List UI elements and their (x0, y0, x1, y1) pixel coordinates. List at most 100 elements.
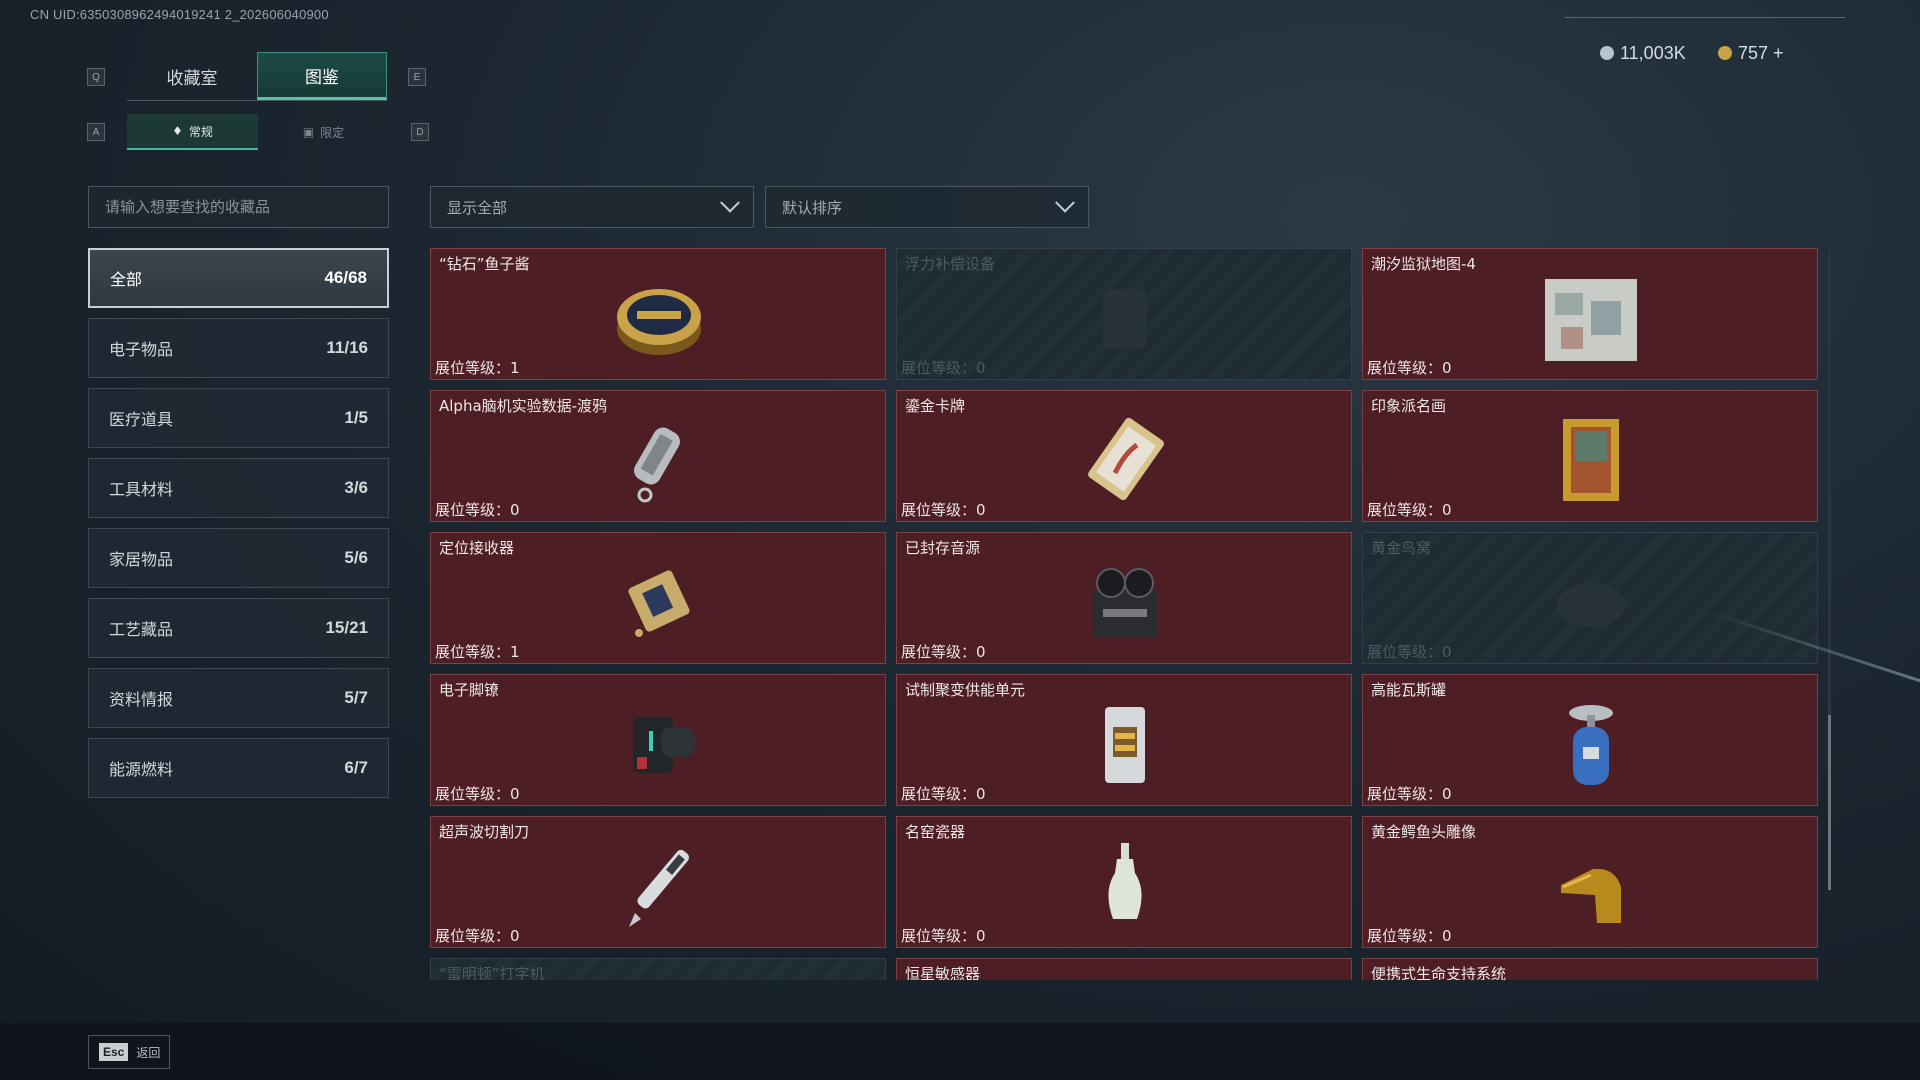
item-card[interactable]: 试制聚变供能单元 展位等级：0 (896, 674, 1352, 806)
category-count: 46/68 (324, 268, 367, 287)
item-level: 展位等级：0 (1367, 927, 1452, 945)
item-level: 展位等级：0 (901, 359, 986, 377)
item-card[interactable]: 已封存音源 展位等级：0 (896, 532, 1352, 664)
back-button[interactable]: Esc 返回 (88, 1035, 170, 1069)
category-count: 3/6 (344, 478, 368, 497)
item-level: 展位等级：0 (901, 643, 986, 661)
category-count: 1/5 (344, 408, 368, 427)
category-count: 5/6 (344, 548, 368, 567)
esc-key-hint: Esc (99, 1043, 129, 1061)
item-name: 名窑瓷器 (905, 823, 966, 841)
category-label: 全部 (110, 270, 143, 289)
item-card[interactable]: 恒星敏感器 (896, 958, 1352, 980)
category-electronics[interactable]: 电子物品 11/16 (88, 318, 389, 378)
category-count: 11/16 (326, 338, 368, 357)
top-divider (1565, 17, 1845, 18)
item-name: 黄金鸟窝 (1371, 539, 1432, 557)
item-name: 高能瓦斯罐 (1371, 681, 1447, 699)
category-intel[interactable]: 资料情报 5/7 (88, 668, 389, 728)
item-name: Alpha脑机实验数据-渡鸦 (439, 397, 608, 415)
item-name: 黄金鳄鱼头雕像 (1371, 823, 1477, 841)
subtab-regular[interactable]: ♦ 常规 (127, 114, 258, 150)
category-energy[interactable]: 能源燃料 6/7 (88, 738, 389, 798)
caviar-tin-icon (617, 289, 701, 355)
category-label: 电子物品 (109, 340, 174, 359)
tab-collection-room[interactable]: 收藏室 (127, 52, 257, 100)
item-card[interactable]: Alpha脑机实验数据-渡鸦 展位等级：0 (430, 390, 886, 522)
item-name: 已封存音源 (905, 539, 981, 557)
category-all[interactable]: 全部 46/68 (88, 248, 389, 308)
item-card[interactable]: 鎏金卡牌 展位等级：0 (896, 390, 1352, 522)
item-level: 展位等级：1 (435, 643, 520, 661)
painting-icon (1563, 419, 1619, 501)
item-card[interactable]: 潮汐监狱地图-4 展位等级：0 (1362, 248, 1818, 380)
item-level: 展位等级：0 (435, 927, 520, 945)
category-label: 工艺藏品 (109, 620, 174, 639)
item-card[interactable]: “钻石”鱼子酱 展位等级：1 (430, 248, 886, 380)
item-card[interactable]: 黄金鳄鱼头雕像 展位等级：0 (1362, 816, 1818, 948)
search-input[interactable] (88, 186, 389, 228)
gas-canister-icon (1569, 705, 1613, 785)
item-card[interactable]: 高能瓦斯罐 展位等级：0 (1362, 674, 1818, 806)
item-name: 超声波切割刀 (439, 823, 530, 841)
tab-codex[interactable]: 图鉴 (257, 52, 387, 100)
subtab-regular-label: 常规 (188, 124, 213, 139)
main-tabbar: 收藏室 图鉴 (127, 52, 387, 101)
gilded-card-icon (1088, 417, 1164, 501)
category-label: 工具材料 (109, 480, 174, 499)
category-label: 家居物品 (109, 550, 174, 569)
fusion-cell-icon (1105, 707, 1145, 783)
item-level: 展位等级：0 (1367, 359, 1452, 377)
item-level: 展位等级：1 (435, 359, 520, 377)
item-level: 展位等级：0 (901, 927, 986, 945)
item-name: “雷明顿”打字机 (439, 965, 545, 980)
silver-coin-icon (1600, 46, 1614, 60)
item-card[interactable]: “雷明顿”打字机 (430, 958, 886, 980)
item-card[interactable]: 电子脚镣 展位等级：0 (430, 674, 886, 806)
category-household[interactable]: 家居物品 5/6 (88, 528, 389, 588)
category-crafts[interactable]: 工艺藏品 15/21 (88, 598, 389, 658)
e-key-hint: E (408, 68, 426, 86)
map-icon (1545, 279, 1637, 361)
item-card[interactable]: 便携式生命支持系统 (1362, 958, 1818, 980)
filter-dropdown[interactable]: 显示全部 (430, 186, 754, 228)
category-count: 15/21 (325, 618, 368, 637)
sort-dropdown[interactable]: 默认排序 (765, 186, 1089, 228)
a-key-hint: A (87, 123, 105, 141)
currency-silver: 11,003K (1600, 40, 1686, 66)
collection-grid: “钻石”鱼子酱 展位等级：1 浮力补偿设备 展位等级：0 潮汐监狱地图-4 展位… (430, 248, 1820, 980)
bcd-vest-icon (1103, 289, 1147, 349)
item-card[interactable]: 浮力补偿设备 展位等级：0 (896, 248, 1352, 380)
d-key-hint: D (411, 123, 429, 141)
subtab-limited[interactable]: ▣ 限定 (258, 114, 389, 150)
filter-value: 显示全部 (447, 198, 508, 217)
item-card[interactable]: 定位接收器 展位等级：1 (430, 532, 886, 664)
silver-amount: 11,003K (1620, 42, 1686, 63)
category-count: 6/7 (344, 758, 368, 777)
item-level: 展位等级：0 (1367, 643, 1452, 661)
data-drive-icon (634, 427, 680, 503)
category-medical[interactable]: 医疗道具 1/5 (88, 388, 389, 448)
grid-scroll-thumb[interactable] (1828, 715, 1831, 890)
sub-tabbar: ♦ 常规 ▣ 限定 (127, 114, 389, 150)
item-name: 潮汐监狱地图-4 (1371, 255, 1476, 273)
item-name: 鎏金卡牌 (905, 397, 966, 415)
category-label: 能源燃料 (109, 760, 174, 779)
gold-amount: 757 + (1738, 42, 1784, 63)
item-card[interactable]: 黄金鸟窝 展位等级：0 (1362, 532, 1818, 664)
item-level: 展位等级：0 (1367, 501, 1452, 519)
item-name: 定位接收器 (439, 539, 515, 557)
tape-recorder-icon (1093, 568, 1157, 637)
q-key-hint: Q (87, 68, 105, 86)
item-name: “钻石”鱼子酱 (439, 255, 530, 273)
item-level: 展位等级：0 (901, 785, 986, 803)
chevron-down-icon (1055, 192, 1075, 213)
item-card[interactable]: 印象派名画 展位等级：0 (1362, 390, 1818, 522)
item-card[interactable]: 名窑瓷器 展位等级：0 (896, 816, 1352, 948)
item-level: 展位等级：0 (901, 501, 986, 519)
item-card[interactable]: 超声波切割刀 展位等级：0 (430, 816, 886, 948)
gold-coin-icon (1718, 46, 1732, 60)
currency-gold[interactable]: 757 + (1718, 40, 1784, 66)
sort-value: 默认排序 (782, 198, 843, 217)
category-tools[interactable]: 工具材料 3/6 (88, 458, 389, 518)
